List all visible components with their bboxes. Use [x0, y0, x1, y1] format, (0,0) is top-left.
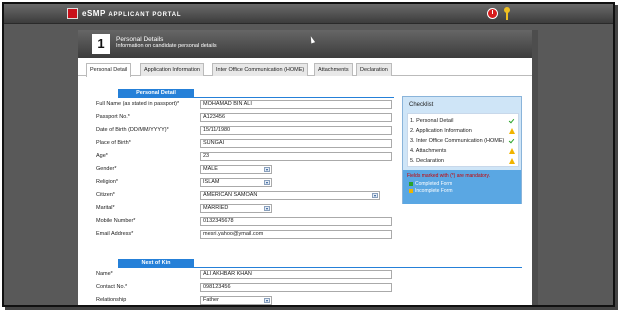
change-password-key-icon[interactable] [504, 7, 510, 20]
tab-declaration[interactable]: Declaration [356, 63, 392, 76]
page-scrollbar[interactable] [532, 30, 538, 305]
date-of-birth-input[interactable]: 15/11/1980 [200, 126, 392, 135]
portal-logo-icon [67, 8, 78, 19]
marital-value: MARRIED [203, 205, 229, 211]
app-subtitle: APPLICANT PORTAL [108, 12, 182, 18]
full-name-label: Full Name (as stated in passport)* [96, 101, 180, 107]
personal-detail-header: Personal Detail [118, 89, 194, 98]
age-input[interactable]: 23 [200, 152, 392, 161]
section-divider [194, 97, 394, 98]
citizen-value: AMERICAN SAMOAN [203, 192, 258, 198]
warning-icon [509, 148, 515, 154]
date-of-birth-label: Date of Birth (DD/MM/YYYY)* [96, 127, 169, 133]
kin-contact-no-label: Contact No.* [96, 284, 128, 290]
next-of-kin-header: Next of Kin [118, 259, 194, 268]
full-name-input[interactable]: MOHAMAD BIN ALI [200, 100, 392, 109]
passport-no-label: Passport No.* [96, 114, 130, 120]
passport-no-input[interactable]: A123456 [200, 113, 392, 122]
completed-legend-icon [409, 181, 413, 186]
checklist-legend-area: Fields marked with (*) are mandatory. Co… [403, 170, 521, 204]
religion-select[interactable]: ISLAM [200, 178, 272, 187]
kin-relationship-value: Father [203, 297, 219, 303]
kin-relationship-label: Relationship [96, 297, 127, 303]
checklist-item-application-information[interactable]: 2. Application Information [410, 128, 472, 134]
chevron-down-icon [264, 180, 270, 185]
gender-select[interactable]: MALE [200, 165, 272, 174]
kin-name-label: Name* [96, 271, 113, 277]
checklist-item-declaration[interactable]: 5. Declaration [410, 158, 444, 164]
place-of-birth-label: Place of Birth* [96, 140, 131, 146]
step-subtitle: Information on candidate personal detail… [116, 43, 217, 49]
kin-relationship-select[interactable]: Father [200, 296, 272, 305]
complete-check-icon [509, 118, 515, 124]
mobile-number-input[interactable]: 0132345678 [200, 217, 392, 226]
warning-icon [509, 158, 515, 164]
citizen-select[interactable]: AMERICAN SAMOAN [200, 191, 380, 200]
checklist-item-attachments[interactable]: 4. Attachments [410, 148, 446, 154]
kin-contact-no-input[interactable]: 098123456 [200, 283, 392, 292]
checklist-panel: Checklist 1. Personal Detail 2. Applicat… [402, 96, 522, 204]
tab-attachments[interactable]: Attachments [314, 63, 353, 76]
checklist-item-personal-detail[interactable]: 1. Personal Detail [410, 118, 453, 124]
step-title: Personal Details [116, 36, 164, 43]
step-header: 1 Personal Details Information on candid… [78, 30, 532, 58]
religion-value: ISLAM [203, 179, 220, 185]
citizen-label: Citizen* [96, 192, 115, 198]
legend-incomplete: Incomplete Form [409, 188, 453, 194]
chevron-down-icon [264, 167, 270, 172]
gender-value: MALE [203, 166, 218, 172]
chevron-down-icon [264, 206, 270, 211]
chevron-down-icon [372, 193, 378, 198]
marital-select[interactable]: MARRIED [200, 204, 272, 213]
tab-inter-office-communication[interactable]: Inter Office Communication (HOME) [212, 63, 309, 76]
step-number: 1 [92, 34, 110, 54]
tab-personal-detail[interactable]: Personal Detail [86, 63, 132, 77]
email-address-input[interactable]: mesri.yahoo@ymail.com [200, 230, 392, 239]
kin-name-input[interactable]: ALI AKHBAR KHAN [200, 270, 392, 279]
warning-icon [509, 128, 515, 134]
religion-label: Religion* [96, 179, 119, 185]
app-name: eSMP [82, 9, 106, 18]
section-divider [194, 267, 522, 268]
complete-check-icon [509, 138, 515, 144]
marital-label: Marital* [96, 205, 115, 211]
mobile-number-label: Mobile Number* [96, 218, 136, 224]
place-of-birth-input[interactable]: SUNGAI [200, 139, 392, 148]
legend-incomplete-label: Incomplete Form [415, 188, 453, 194]
checklist-title: Checklist [409, 102, 434, 108]
legend-completed: Completed Form [409, 181, 452, 187]
main-content: 1 Personal Details Information on candid… [78, 30, 532, 305]
tab-application-information[interactable]: Application Information [140, 63, 204, 76]
email-address-label: Email Address* [96, 231, 134, 237]
top-bar: eSMP APPLICANT PORTAL [4, 4, 613, 24]
checklist-items: 1. Personal Detail 2. Application Inform… [407, 113, 519, 167]
mandatory-note: Fields marked with (*) are mandatory. [407, 173, 490, 179]
checklist-item-inter-office-communication[interactable]: 3. Inter Office Communication (HOME) [410, 138, 504, 144]
incomplete-legend-icon [409, 188, 413, 193]
chevron-down-icon [264, 298, 270, 303]
gender-label: Gender* [96, 166, 117, 172]
app-title: eSMP APPLICANT PORTAL [82, 9, 181, 18]
age-label: Age* [96, 153, 108, 159]
form-tabs: Personal Detail Application Information … [78, 62, 532, 77]
legend-completed-label: Completed Form [415, 181, 453, 187]
application-window: eSMP APPLICANT PORTAL 1 Personal Details… [2, 2, 615, 307]
logout-power-icon[interactable] [487, 8, 498, 19]
